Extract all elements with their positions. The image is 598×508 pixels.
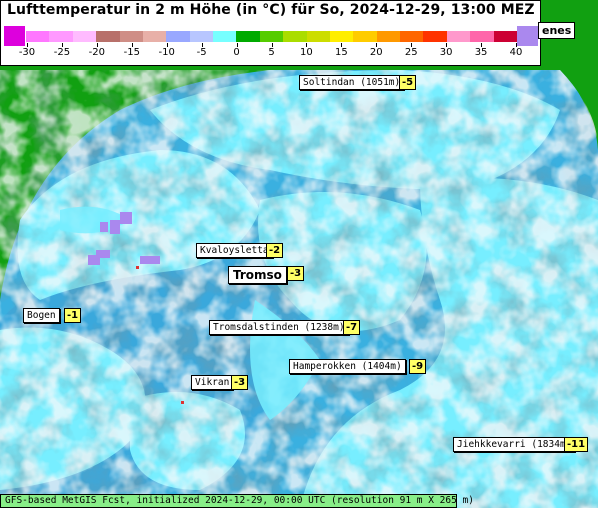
- colorbar-segment: [259, 31, 284, 42]
- place-label-tromsdalstinden: Tromsdalstinden (1238m): [209, 320, 349, 335]
- colorbar-tick-label: -5: [196, 47, 207, 58]
- colorbar-tick-label: 10: [300, 47, 313, 58]
- colorbar-tick-label: -15: [123, 47, 140, 58]
- value-hamperokken: -9: [409, 359, 427, 374]
- colorbar-tick-label: 5: [268, 47, 275, 58]
- colorbar-segment: [283, 31, 308, 42]
- colorbar-tick-label: -10: [158, 47, 175, 58]
- colorbar-segment: [400, 31, 424, 42]
- colorbar-segment: [236, 31, 261, 42]
- place-label-tromso: Tromso: [228, 266, 287, 284]
- colorbar-segment: [213, 31, 237, 42]
- colorbar-segment: [96, 31, 121, 42]
- colorbar-segment: [329, 31, 354, 42]
- colorbar-tick-label: -25: [53, 47, 71, 58]
- place-label-jiehkkevarri: Jiehkkevarri (1834m): [453, 437, 576, 452]
- value-soltindan: -5: [399, 75, 417, 90]
- colorbar-segment: [353, 31, 378, 42]
- colorbar-segment: [376, 31, 401, 42]
- legend-header: Lufttemperatur in 2 m Höhe (in °C) für S…: [0, 0, 541, 66]
- colorbar-tick-label: -20: [88, 47, 106, 58]
- value-kvaloysletta: -2: [266, 243, 284, 258]
- value-vikran: -3: [231, 375, 249, 390]
- colorbar-segment: [423, 31, 448, 42]
- colorbar-segment: [306, 31, 331, 42]
- colorbar-segment: [189, 31, 214, 42]
- place-label-bogen: Bogen: [23, 308, 60, 323]
- place-label-vikran: Vikran: [191, 375, 234, 390]
- colorbar-tick-label: 35: [474, 47, 488, 58]
- value-jiehkkevarri: -11: [564, 437, 589, 452]
- colorbar-high-end: [517, 26, 538, 46]
- colorbar-tick-label: 0: [233, 47, 240, 58]
- colorbar-segment: [446, 31, 471, 42]
- colorbar-segment: [49, 31, 74, 42]
- colorbar-segment: [142, 31, 167, 42]
- colorbar-tick-label: 30: [439, 47, 453, 58]
- value-bogen: -1: [64, 308, 82, 323]
- colorbar-segment: [493, 31, 518, 42]
- colorbar-segment: [119, 31, 144, 42]
- colorbar-tick-label: 40: [509, 47, 523, 58]
- forecast-footer: GFS-based MetGIS Fcst, initialized 2024-…: [0, 494, 474, 508]
- place-label-hamperokken: Hamperokken (1404m): [289, 359, 406, 374]
- colorbar-segment: [470, 31, 495, 42]
- colorbar-tick-label: 20: [369, 47, 383, 58]
- colorbar-segment: [72, 31, 97, 42]
- place-label-partial: enes: [538, 22, 576, 39]
- value-tromsdalstinden: -7: [343, 320, 361, 335]
- colorbar-tick-label: 15: [334, 47, 348, 58]
- colorbar-tick-label: -30: [18, 47, 36, 58]
- place-label-kvaloysletta: Kvaloysletta: [196, 243, 273, 258]
- colorbar-segment: [166, 31, 191, 42]
- place-label-soltindan: Soltindan (1051m): [299, 75, 405, 90]
- colorbar-low-end: [4, 26, 25, 46]
- colorbar-segment: [26, 31, 50, 42]
- colorbar-tick-label: 25: [404, 47, 418, 58]
- map-title: Lufttemperatur in 2 m Höhe (in °C) für S…: [7, 2, 535, 18]
- value-tromso: -3: [287, 266, 305, 281]
